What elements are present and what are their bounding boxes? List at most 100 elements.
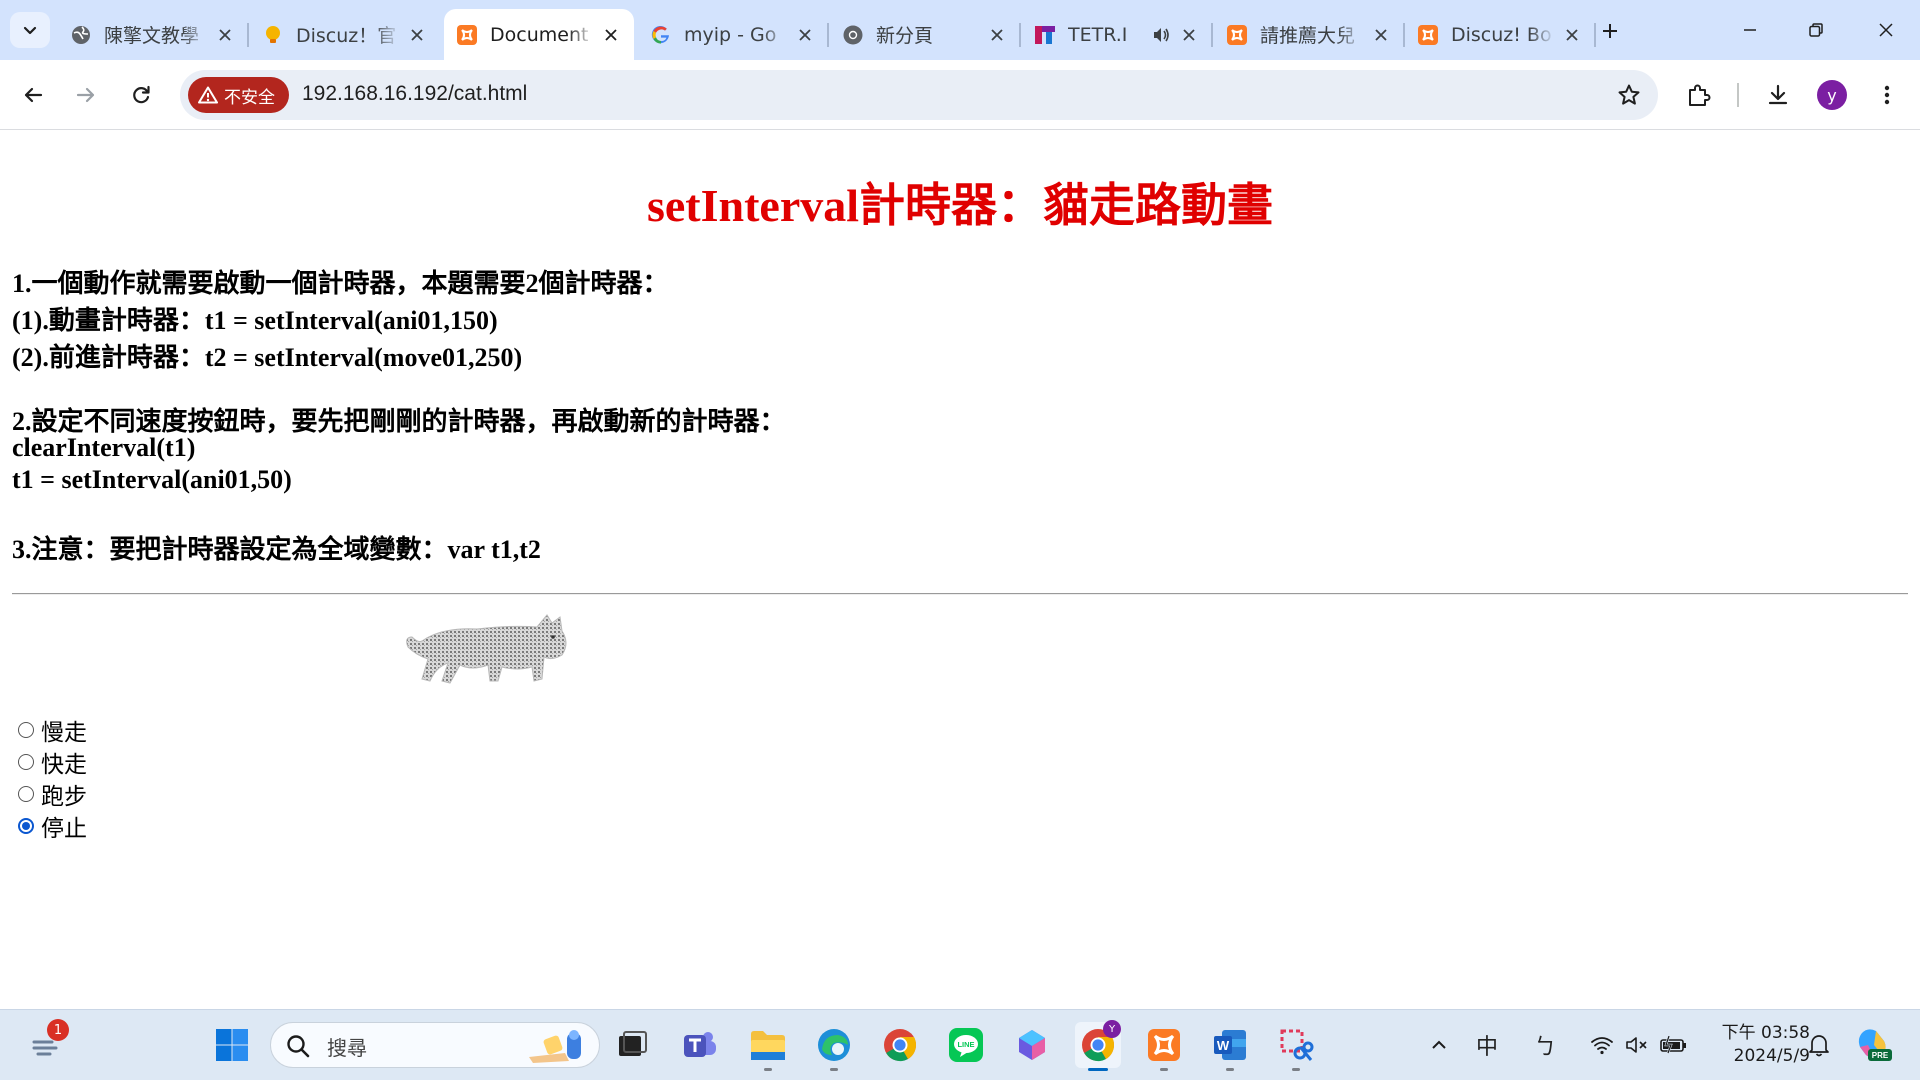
tab-6[interactable]: TETR.I [1022,9,1213,60]
tab-3-active[interactable]: Document [444,9,634,60]
radio-stop[interactable] [18,818,34,834]
google-icon [650,24,672,46]
minimize-button[interactable] [1722,8,1778,52]
search-placeholder: 搜尋 [327,1036,367,1060]
minimize-icon [1744,29,1756,31]
tab-1[interactable]: 陳擎文教學 [58,9,249,60]
speed-option-stop[interactable]: 停止 [18,811,87,842]
close-icon [1879,23,1893,37]
volume-muted-icon[interactable] [1622,1030,1652,1060]
notification-bell-icon[interactable] [1804,1030,1834,1060]
radio-run[interactable] [18,786,34,802]
xampp-app[interactable] [1141,1022,1187,1071]
notification-badge: 1 [47,1019,69,1041]
close-icon[interactable] [1370,24,1392,46]
speed-option-slow[interactable]: 慢走 [18,715,87,746]
search-highlight-icon [529,1030,581,1063]
close-icon[interactable] [1178,24,1200,46]
extensions-button[interactable] [1679,75,1719,115]
url-text[interactable]: 192.168.16.192/cat.html [302,82,527,106]
file-explorer-app[interactable] [745,1022,791,1071]
ime-language-indicator[interactable]: 中 [1472,1030,1502,1060]
tab-title: TETR.I [1068,23,1128,46]
running-indicator [1292,1068,1300,1071]
radio-slow[interactable] [18,722,34,738]
close-icon[interactable] [986,24,1008,46]
line-app[interactable]: LINE [943,1022,989,1068]
radio-fast[interactable] [18,754,34,770]
teams-app[interactable] [677,1022,723,1068]
tab-2[interactable]: Discuz！官 [250,9,440,60]
discuz-bulb-icon [262,24,284,46]
restore-icon [1809,23,1823,37]
speed-option-fast[interactable]: 快走 [18,747,87,778]
chrome-profile-app[interactable]: Y [1075,1020,1121,1071]
tab-5[interactable]: 新分頁 [830,9,1021,60]
word-app[interactable]: W [1207,1022,1253,1071]
globe-icon [70,24,92,46]
close-icon[interactable] [600,24,622,46]
xampp-icon [1148,1029,1180,1061]
bookmark-button[interactable] [1612,78,1646,112]
tab-4[interactable]: myip - Go [638,9,829,60]
taskbar-search[interactable]: 搜尋 [270,1022,600,1068]
new-tab-button[interactable] [1593,14,1627,48]
tab-title: 陳擎文教學 [104,25,200,47]
speed-option-label: 停止 [41,816,87,842]
windows-logo-icon [216,1029,248,1061]
speaker-icon[interactable] [1150,24,1172,46]
tab-8[interactable]: Discuz! Bo [1405,9,1596,60]
close-icon[interactable] [406,24,428,46]
xampp-icon [456,24,478,46]
close-icon[interactable] [214,24,236,46]
walking-cat-image [406,614,567,684]
copilot-preview-button[interactable]: PRE [1853,1024,1893,1064]
address-bar[interactable]: 不安全 192.168.16.192/cat.html [180,70,1658,120]
chevron-down-icon [23,26,37,35]
download-icon [1768,84,1788,105]
back-button[interactable] [11,73,55,117]
restore-button[interactable] [1788,8,1844,52]
system-clock[interactable]: 下午 03:58 2024/5/9 [1700,1022,1810,1068]
wifi-icon[interactable] [1587,1030,1617,1060]
tab-title: 請推薦大兒 [1260,25,1356,47]
tab-title: Document [490,23,589,46]
ime-mode-indicator[interactable]: ㄅ [1530,1030,1560,1060]
widgets-button[interactable]: 1 [24,1019,70,1068]
chevron-up-icon [1432,1040,1446,1049]
browser-toolbar: 不安全 192.168.16.192/cat.html y [0,60,1920,130]
edge-app[interactable] [811,1022,857,1071]
show-hidden-icons-button[interactable] [1424,1030,1454,1060]
xampp-icon [1417,24,1439,46]
close-icon[interactable] [1561,24,1583,46]
task-view-button[interactable] [609,1022,655,1068]
security-indicator[interactable]: 不安全 [188,77,289,113]
code-clear-interval: clearInterval(t1) [12,433,196,462]
instruction-3: 3.注意：要把計時器設定為全域變數：var t1,t2 [12,535,541,564]
clock-time: 下午 03:58 [1721,1023,1810,1043]
windows-taskbar: 1 搜尋 LINE Y W 中 ㄅ 下午 03:58 2024/5/9 PRE [0,1009,1920,1080]
copilot-app[interactable] [1009,1022,1055,1068]
reload-button[interactable] [119,73,163,117]
tab-7[interactable]: 請推薦大兒 [1214,9,1405,60]
clock-date: 2024/5/9 [1733,1046,1810,1066]
tab-search-button[interactable] [10,12,50,48]
menu-button[interactable] [1867,75,1907,115]
page-content: setInterval計時器：貓走路動畫 1.一個動作就需要啟動一個計時器，本題… [0,131,1920,1009]
speed-option-run[interactable]: 跑步 [18,779,87,810]
snipping-tool-app[interactable] [1273,1022,1319,1071]
profile-avatar[interactable]: y [1817,80,1847,110]
chrome-app[interactable] [877,1022,923,1068]
tab-title: 新分頁 [876,25,934,47]
close-window-button[interactable] [1858,8,1914,52]
battery-icon[interactable] [1657,1030,1691,1060]
line-icon: LINE [949,1028,983,1062]
tab-separator [827,23,829,47]
search-icon [287,1035,310,1058]
start-button[interactable] [209,1022,255,1068]
tab-strip: 陳擎文教學 Discuz！官 Document myip - Go 新分頁 TE… [0,0,1920,60]
snipping-tool-icon [1280,1029,1314,1061]
close-icon[interactable] [794,24,816,46]
downloads-button[interactable] [1758,75,1798,115]
forward-button[interactable] [64,73,108,117]
